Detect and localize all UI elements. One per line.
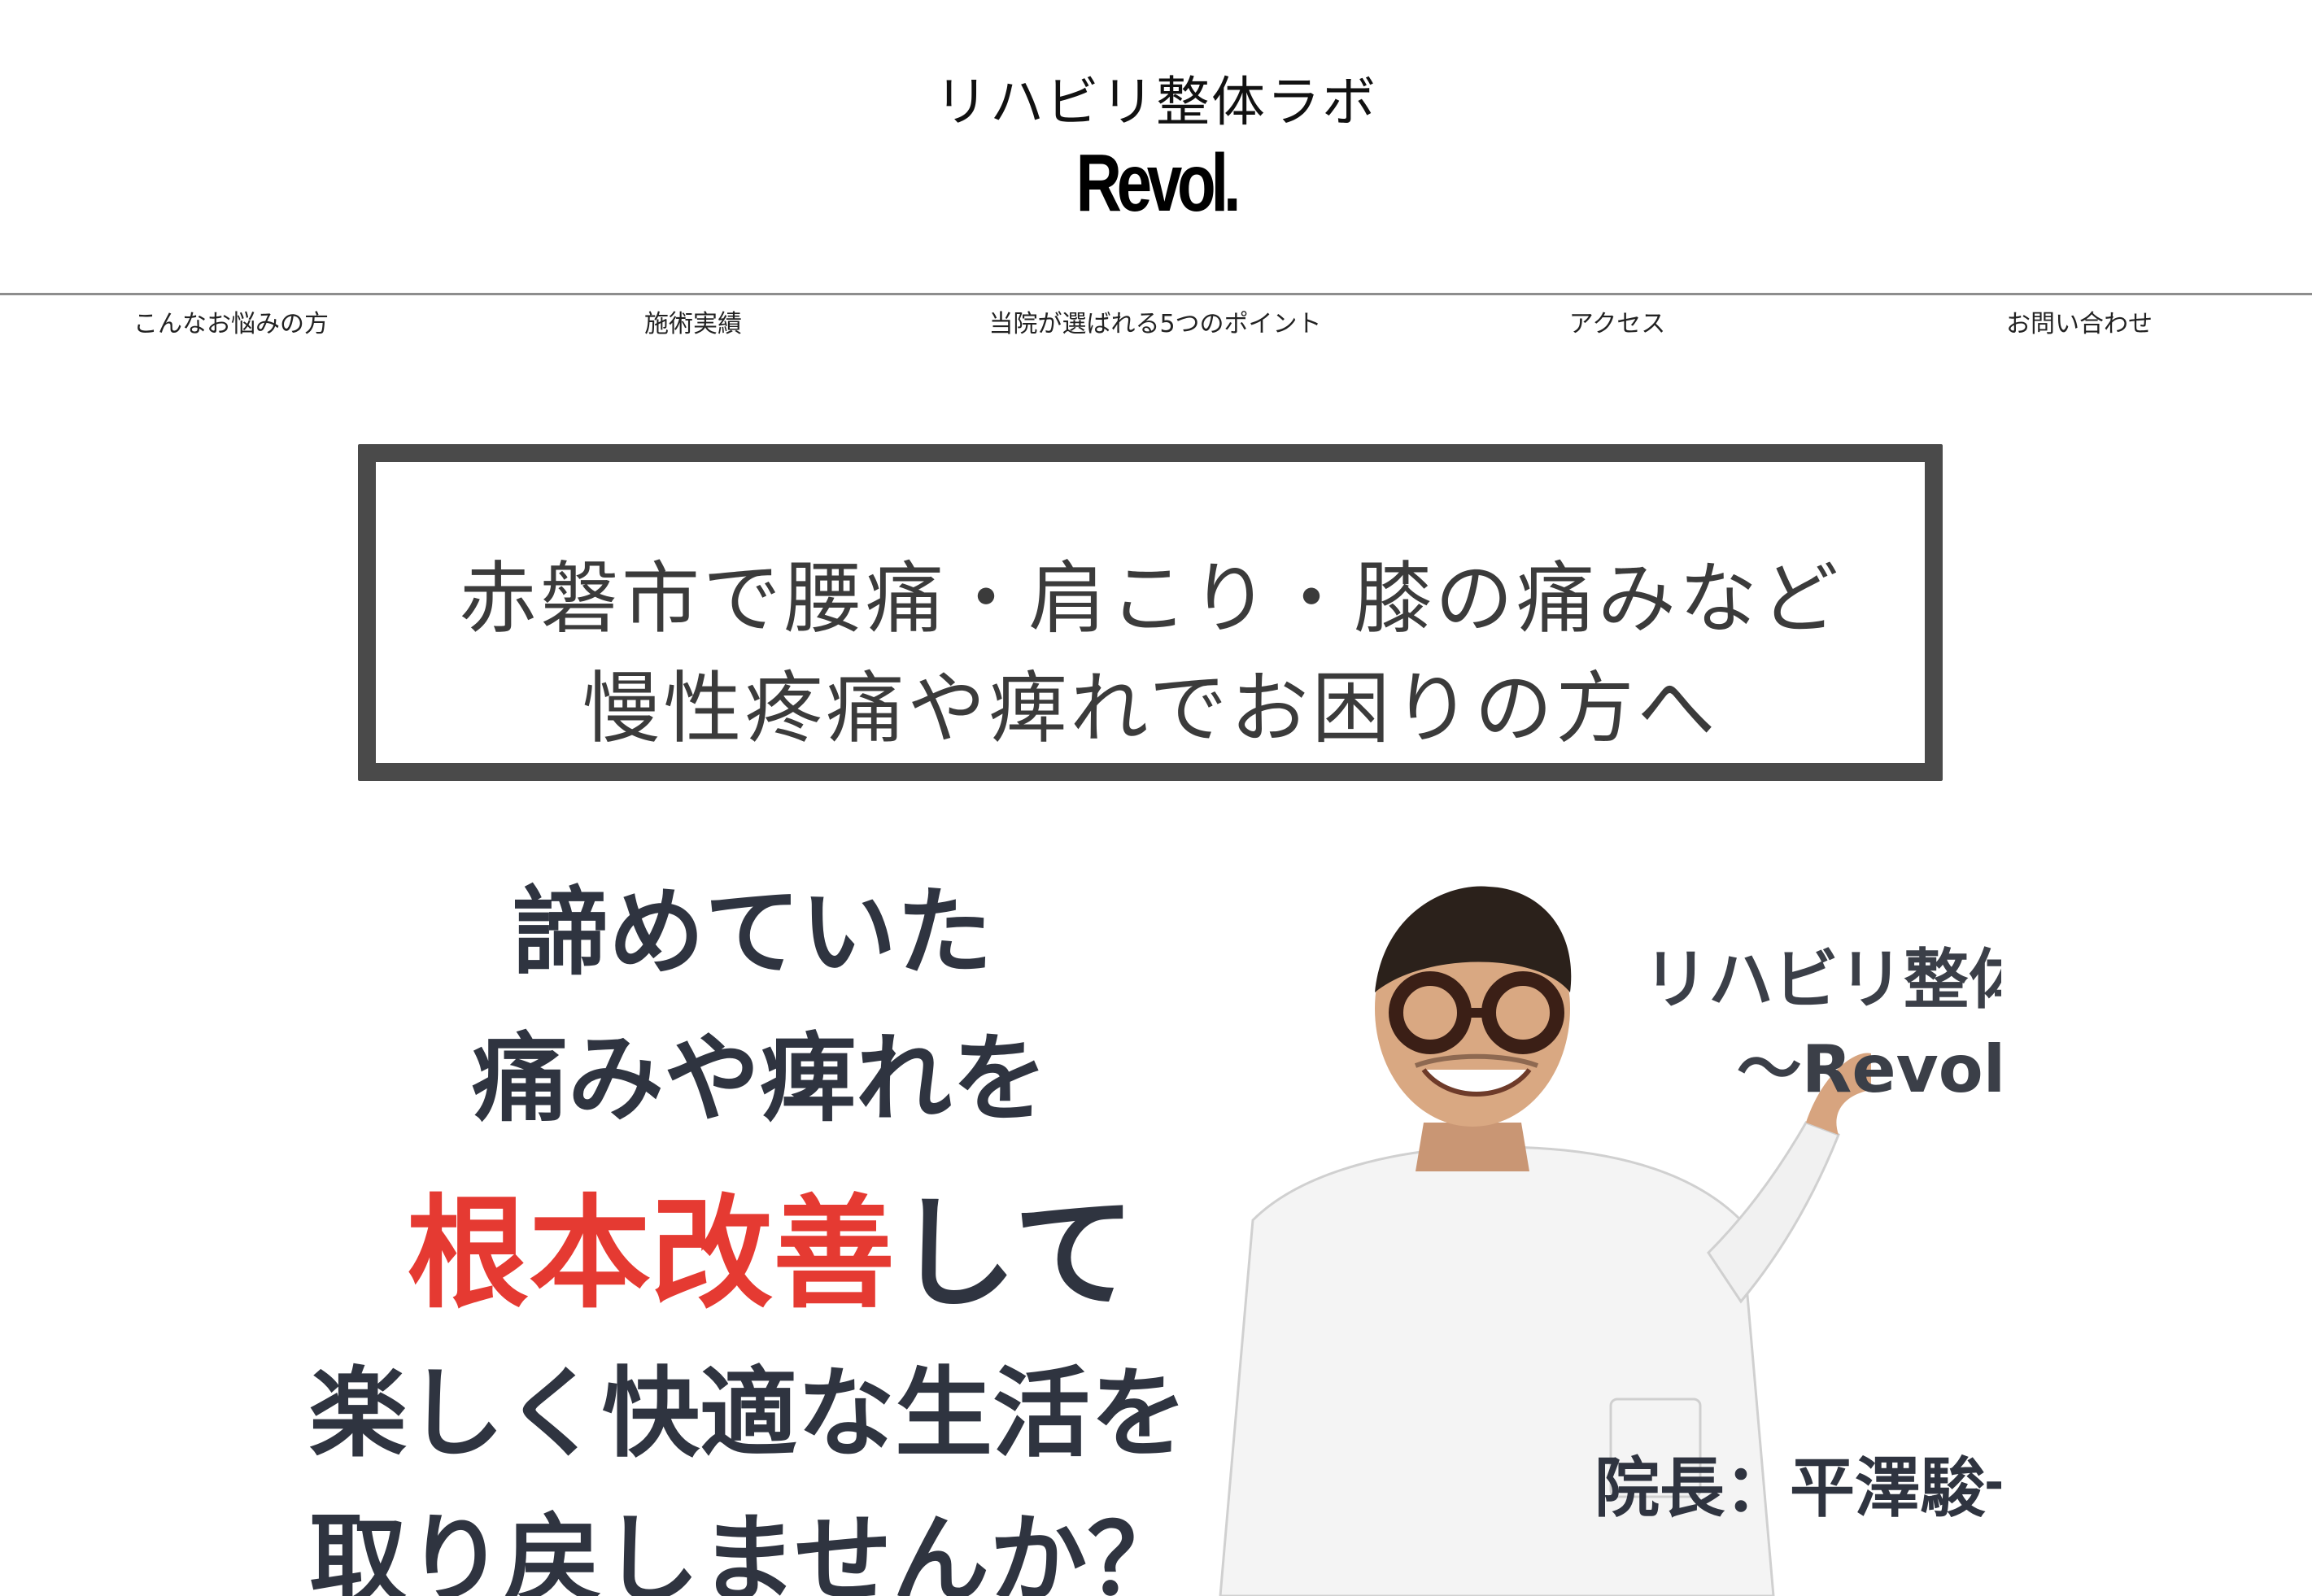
hero-headline-line-2: 痛みや痺れを bbox=[472, 1023, 1049, 1135]
nav-item-results[interactable]: 施術実績 bbox=[462, 303, 924, 339]
nav-item-five-points[interactable]: 当院が選ばれる5つのポイント bbox=[924, 303, 1386, 339]
hero-intro-box: 赤磐市で腰痛・肩こり・膝の痛みなど 慢性疼痛や痺れでお困りの方へ bbox=[358, 444, 1943, 781]
hero-headline-line-4: 楽しく快適な生活を bbox=[309, 1358, 1188, 1471]
hero-headline-line-3-rest: して bbox=[895, 1184, 1136, 1325]
nav-item-contact[interactable]: お問い合わせ bbox=[1848, 303, 2310, 339]
nav-item-access[interactable]: アクセス bbox=[1386, 303, 1848, 339]
site-header: リハビリ整体ラボ Revol. bbox=[0, 0, 2312, 293]
nav-item-concerns[interactable]: こんなお悩みの方 bbox=[0, 303, 462, 339]
director-name: 院長：平澤駿一 bbox=[1594, 1450, 2001, 1526]
site-subtitle: リハビリ整体ラボ bbox=[935, 71, 1377, 133]
hero-headline-line-3: 根本改善して bbox=[407, 1155, 1136, 1332]
hero-headline-line-1: 諦めていた bbox=[513, 876, 993, 988]
hero-banner: 赤磐市で腰痛・肩こり・膝の痛みなど 慢性疼痛や痺れでお困りの方へ 諦めていた 痛… bbox=[309, 423, 2001, 1596]
hero-headline-line-5: 取り戻しませんか？ bbox=[309, 1504, 1185, 1596]
site-logo[interactable]: Revol. bbox=[255, 137, 2058, 230]
hero-intro-line-1: 赤磐市で腰痛・肩こり・膝の痛みなど bbox=[459, 553, 1842, 644]
main-nav: こんなお悩みの方 施術実績 当院が選ばれる5つのポイント アクセス お問い合わせ bbox=[0, 295, 2312, 344]
hero-right-title: リハビリ整体ラボ bbox=[1643, 942, 2001, 1018]
hero-right-subtitle: ～Revol～ bbox=[1736, 1031, 2001, 1107]
hero-intro-line-2: 慢性疼痛や痺れでお困りの方へ bbox=[582, 663, 1719, 754]
hero-accent-text: 根本改善 bbox=[407, 1184, 896, 1325]
